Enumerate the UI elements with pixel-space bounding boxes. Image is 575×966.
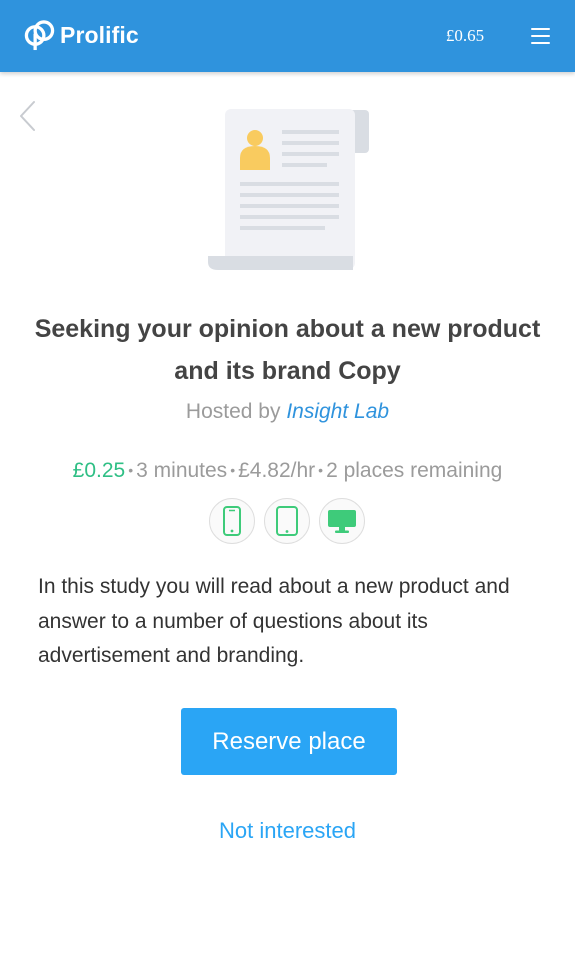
hosted-by-label: Hosted by [185, 400, 281, 423]
study-duration: 3 minutes [136, 459, 228, 482]
document-scroll-illustration [208, 109, 369, 270]
hosted-by: Hosted by Insight Lab [0, 398, 575, 426]
study-illustration [205, 106, 373, 274]
home-logo-link[interactable]: Prolific [24, 18, 139, 52]
study-title: Seeking your opinion about a new product… [34, 315, 541, 385]
separator-dot: • [318, 462, 324, 478]
chevron-left-icon [20, 101, 35, 131]
study-reward: £0.25 [72, 459, 126, 482]
tablet-icon [276, 506, 298, 536]
device-tablet [264, 498, 310, 544]
not-interested-link[interactable]: Not interested [219, 818, 356, 843]
prolific-logo-icon [24, 19, 55, 50]
places-remaining: 2 places remaining [326, 459, 503, 482]
allowed-devices [209, 498, 369, 544]
study-meta: £0.25 • 3 minutes • £4.82/hr • 2 places remain… [0, 457, 575, 486]
account-balance[interactable]: £0.65 [438, 24, 492, 48]
phone-icon [223, 506, 241, 536]
back-button[interactable] [14, 98, 42, 134]
app-name: Prolific [60, 21, 139, 48]
separator-dot: • [230, 462, 236, 478]
app-header: Prolific £0.65 [0, 0, 575, 72]
device-desktop [319, 498, 365, 544]
desktop-icon [328, 510, 356, 533]
not-interested-container: Not interested [0, 816, 575, 846]
separator-dot: • [128, 462, 134, 478]
study-description: In this study you will read about a new … [38, 575, 510, 667]
reserve-place-button[interactable]: Reserve place [181, 708, 397, 775]
device-mobile [209, 498, 255, 544]
hamburger-menu-icon[interactable] [528, 24, 554, 48]
study-hourly-rate: £4.82/hr [238, 459, 316, 482]
researcher-link[interactable]: Insight Lab [286, 400, 389, 423]
